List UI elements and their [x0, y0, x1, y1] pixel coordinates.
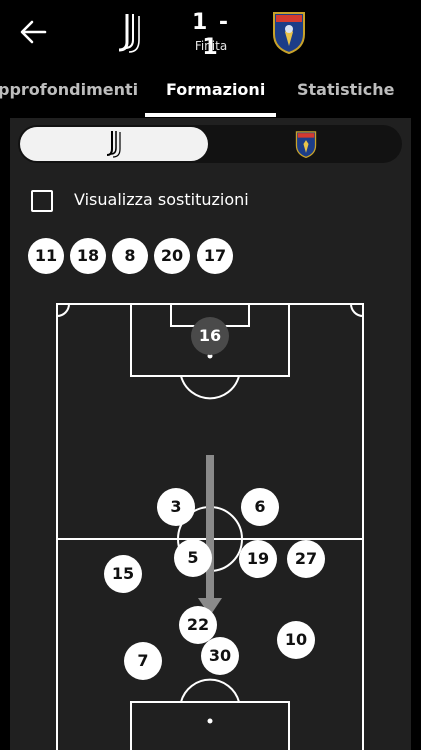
- substitute-chip[interactable]: 17: [197, 238, 233, 274]
- player-27[interactable]: 27: [287, 540, 325, 578]
- player-7[interactable]: 7: [124, 642, 162, 680]
- player-30[interactable]: 30: [201, 637, 239, 675]
- match-header: 1 - 1 Finita: [0, 0, 421, 70]
- show-substitutions-checkbox[interactable]: [31, 190, 53, 212]
- tab-approfondimenti[interactable]: pprofondimenti: [0, 80, 138, 99]
- team-switch-away[interactable]: [294, 130, 318, 159]
- player-15[interactable]: 15: [104, 555, 142, 593]
- juventus-small-icon: [106, 131, 121, 158]
- player-19[interactable]: 19: [239, 540, 277, 578]
- lecce-logo-icon[interactable]: [271, 10, 307, 55]
- team-switch[interactable]: [18, 125, 402, 163]
- substitute-chip[interactable]: 11: [28, 238, 64, 274]
- substitute-chip[interactable]: 20: [154, 238, 190, 274]
- player-6[interactable]: 6: [241, 488, 279, 526]
- tab-formazioni[interactable]: Formazioni: [166, 80, 265, 99]
- player-5[interactable]: 5: [174, 539, 212, 577]
- juventus-logo-icon[interactable]: [117, 10, 147, 54]
- player-16[interactable]: 16: [191, 317, 229, 355]
- lecce-small-icon: [295, 131, 317, 159]
- substitute-chip[interactable]: 8: [112, 238, 148, 274]
- player-3[interactable]: 3: [157, 488, 195, 526]
- player-10[interactable]: 10: [277, 621, 315, 659]
- match-status: Finita: [194, 39, 228, 53]
- back-arrow-icon[interactable]: [18, 18, 48, 46]
- tab-statistiche[interactable]: Statistiche: [297, 80, 394, 99]
- substitute-chip[interactable]: 18: [70, 238, 106, 274]
- team-switch-home[interactable]: [20, 127, 208, 161]
- tab-bar: pprofondimenti Formazioni Statistiche: [0, 70, 421, 118]
- active-tab-indicator: [145, 113, 276, 117]
- show-substitutions-label: Visualizza sostituzioni: [74, 190, 249, 209]
